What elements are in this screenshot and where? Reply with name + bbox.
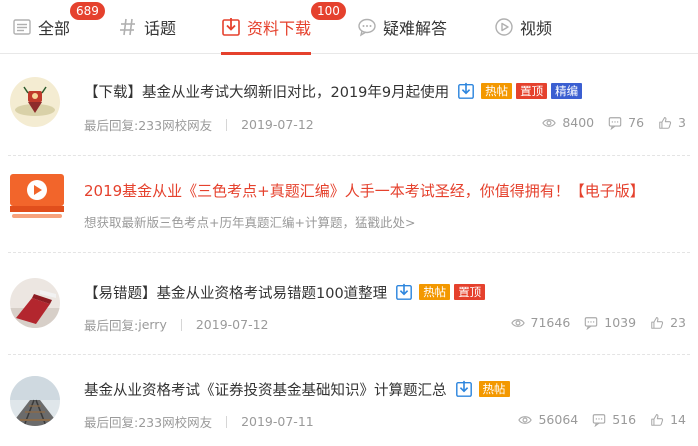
post-title-row: 【下载】基金从业考试大纲新旧对比，2019年9月起使用 热帖 置顶 精编 bbox=[84, 79, 583, 103]
hot-tag: 热帖 bbox=[478, 381, 510, 397]
promo-title[interactable]: 2019基金从业《三色考点+真题汇编》人手一本考试圣经，你值得拥有！【电子版】 bbox=[84, 180, 645, 201]
like-count[interactable]: 23 bbox=[650, 315, 686, 330]
view-count: 71646 bbox=[510, 315, 570, 330]
tab-bar: 全部 689 话题 资料下载 100 疑难解答 视频 bbox=[0, 0, 698, 55]
last-reply-label: 最后回复: bbox=[84, 415, 139, 430]
avatar[interactable] bbox=[10, 376, 60, 426]
last-reply-user[interactable]: 233网校网友 bbox=[138, 412, 212, 431]
tab-download-badge: 100 bbox=[311, 2, 346, 20]
download-icon[interactable] bbox=[457, 82, 475, 100]
post-meta: 最后回复: 233网校网友 2019-07-11 bbox=[84, 412, 314, 431]
post-title[interactable]: 【易错题】基金从业资格考试易错题100道整理 bbox=[84, 282, 387, 303]
tab-qa[interactable]: 疑难解答 bbox=[357, 0, 447, 54]
avatar[interactable] bbox=[10, 278, 60, 328]
last-reply-label: 最后回复: bbox=[84, 118, 139, 133]
post-title-row: 【易错题】基金从业资格考试易错题100道整理 热帖 置顶 bbox=[84, 280, 486, 304]
post-title-row: 基金从业资格考试《证券投资基金基础知识》计算题汇总 热帖 bbox=[84, 377, 510, 401]
last-reply-label: 最后回复: bbox=[84, 318, 139, 333]
promo-subtitle[interactable]: 想获取最新版三色考点+历年真题汇编+计算题，猛戳此处> bbox=[84, 212, 415, 231]
featured-tag: 精编 bbox=[551, 83, 583, 99]
like-count[interactable]: 14 bbox=[650, 412, 686, 427]
tab-topic-label: 话题 bbox=[144, 19, 177, 38]
pinned-tag: 置顶 bbox=[454, 284, 486, 300]
tab-topic[interactable]: 话题 bbox=[118, 0, 176, 54]
eye-icon bbox=[518, 415, 533, 424]
comment-count: 516 bbox=[592, 412, 636, 427]
post-title[interactable]: 【下载】基金从业考试大纲新旧对比，2019年9月起使用 bbox=[84, 81, 449, 102]
thumbs-up-icon bbox=[651, 413, 664, 426]
divider bbox=[8, 354, 690, 355]
eye-icon bbox=[510, 318, 525, 327]
promo-title-row: 2019基金从业《三色考点+真题汇编》人手一本考试圣经，你值得拥有！【电子版】 bbox=[84, 178, 645, 202]
tab-all[interactable]: 全部 689 bbox=[12, 0, 105, 54]
post-date: 2019-07-11 bbox=[241, 414, 314, 429]
hash-icon bbox=[120, 18, 135, 36]
meta-separator bbox=[226, 415, 228, 428]
download-icon bbox=[222, 18, 240, 36]
tab-video-label: 视频 bbox=[520, 19, 553, 38]
tab-video[interactable]: 视频 bbox=[494, 0, 552, 54]
play-icon bbox=[495, 18, 513, 36]
comment-icon bbox=[592, 413, 606, 427]
avatar[interactable] bbox=[10, 77, 60, 127]
eye-icon bbox=[542, 118, 557, 127]
comment-count: 76 bbox=[608, 115, 644, 130]
meta-separator bbox=[226, 118, 228, 131]
promo-thumbnail[interactable] bbox=[10, 174, 64, 222]
last-reply-user[interactable]: jerry bbox=[138, 317, 167, 332]
view-count: 8400 bbox=[542, 115, 594, 130]
post-date: 2019-07-12 bbox=[241, 117, 314, 132]
tab-download[interactable]: 资料下载 100 bbox=[221, 0, 346, 55]
post-meta: 最后回复: jerry 2019-07-12 bbox=[84, 315, 269, 334]
pinned-tag: 置顶 bbox=[516, 83, 548, 99]
post-date: 2019-07-12 bbox=[195, 317, 269, 332]
thumbs-up-icon bbox=[651, 316, 664, 329]
divider bbox=[8, 252, 690, 253]
thumbs-up-icon bbox=[659, 116, 672, 129]
download-icon[interactable] bbox=[455, 380, 473, 398]
comment-icon bbox=[585, 316, 598, 330]
hot-tag: 热帖 bbox=[419, 284, 451, 300]
divider bbox=[8, 155, 690, 156]
list-icon bbox=[13, 19, 31, 35]
last-reply-user[interactable]: 233网校网友 bbox=[138, 115, 212, 134]
like-count[interactable]: 3 bbox=[658, 115, 686, 130]
chat-icon bbox=[358, 18, 376, 37]
post-stats: 71646 1039 23 bbox=[497, 315, 686, 330]
view-count: 56064 bbox=[518, 412, 578, 427]
meta-separator bbox=[180, 318, 182, 331]
tab-qa-label: 疑难解答 bbox=[383, 19, 448, 38]
tab-download-label: 资料下载 bbox=[247, 19, 312, 38]
comment-icon bbox=[608, 116, 622, 130]
download-icon[interactable] bbox=[395, 283, 413, 301]
hot-tag: 热帖 bbox=[481, 83, 513, 99]
comment-count: 1039 bbox=[584, 315, 636, 330]
post-stats: 56064 516 14 bbox=[504, 412, 686, 427]
post-meta: 最后回复: 233网校网友 2019-07-12 bbox=[84, 115, 314, 134]
post-title[interactable]: 基金从业资格考试《证券投资基金基础知识》计算题汇总 bbox=[84, 379, 447, 400]
tab-all-badge: 689 bbox=[70, 2, 105, 20]
tab-all-label: 全部 bbox=[38, 19, 71, 38]
post-stats: 8400 76 3 bbox=[528, 115, 686, 130]
